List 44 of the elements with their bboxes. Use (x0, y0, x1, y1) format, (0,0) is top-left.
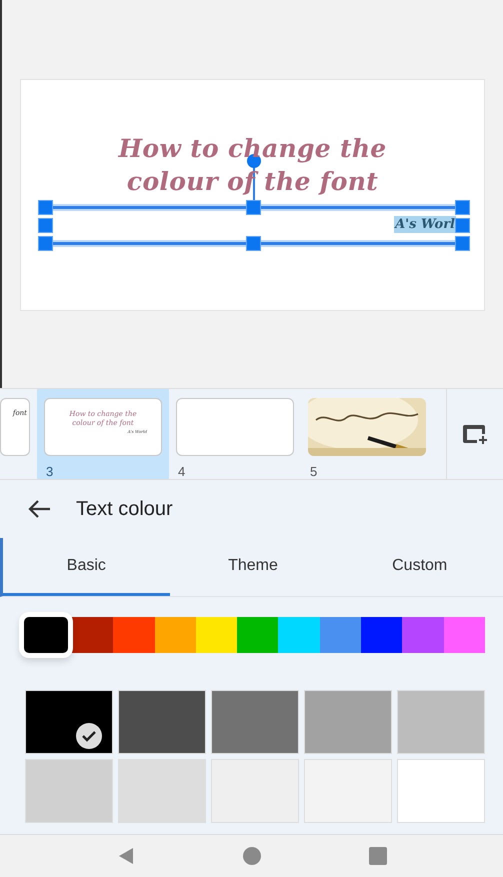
colour-swatch[interactable] (211, 690, 299, 754)
slide-thumbnail[interactable] (176, 398, 294, 456)
colour-swatch[interactable] (304, 690, 392, 754)
colour-swatch[interactable] (25, 690, 113, 754)
slide-number: 5 (309, 464, 318, 479)
resize-handle[interactable] (38, 218, 53, 233)
resize-handle[interactable] (455, 200, 470, 215)
colour-swatch[interactable] (25, 759, 113, 823)
colour-swatch[interactable] (397, 690, 485, 754)
resize-handle[interactable] (455, 236, 470, 251)
colour-swatch[interactable] (361, 617, 402, 653)
colour-swatch[interactable] (397, 759, 485, 823)
colour-swatch[interactable] (113, 617, 155, 653)
colour-swatch[interactable] (118, 690, 206, 754)
resize-handle[interactable] (38, 200, 53, 215)
colour-swatch[interactable] (211, 759, 299, 823)
colour-swatch[interactable] (237, 617, 278, 653)
add-slide-icon[interactable] (462, 423, 488, 445)
home-icon[interactable] (242, 847, 260, 865)
selected-text[interactable]: A's Worl (394, 216, 456, 233)
colour-swatch[interactable] (278, 617, 320, 653)
colour-swatch[interactable] (444, 617, 485, 653)
slide-number: 3 (45, 464, 54, 479)
colour-swatch[interactable] (118, 759, 206, 823)
colour-swatch[interactable] (304, 759, 392, 823)
colour-swatch[interactable] (154, 617, 196, 653)
resize-handle[interactable] (38, 236, 53, 251)
resize-handle[interactable] (455, 218, 470, 233)
colour-swatch[interactable] (320, 617, 362, 653)
check-icon (76, 723, 102, 749)
tab[interactable]: Theme (170, 538, 336, 596)
back-arrow-icon[interactable] (28, 499, 52, 519)
colour-swatch[interactable] (24, 617, 68, 653)
back-icon[interactable] (116, 847, 134, 865)
panel-title: Text colour (76, 498, 173, 520)
slide-number: 4 (177, 464, 186, 479)
resize-handle[interactable] (246, 200, 261, 215)
recents-icon[interactable] (368, 847, 386, 865)
resize-handle[interactable] (246, 236, 261, 251)
colour-swatch[interactable] (72, 617, 114, 653)
colour-swatch[interactable] (402, 617, 444, 653)
tab[interactable]: Custom (336, 538, 503, 596)
tab[interactable]: Basic (3, 538, 170, 596)
colour-swatch[interactable] (196, 617, 238, 653)
